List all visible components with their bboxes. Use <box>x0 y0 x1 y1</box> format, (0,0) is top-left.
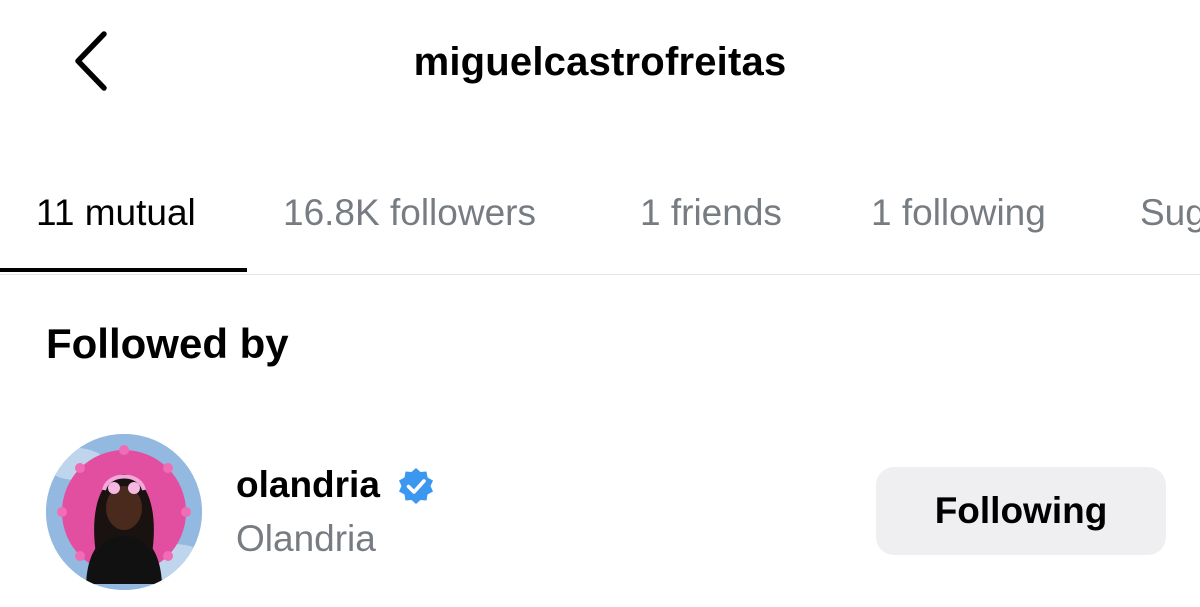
top-bar: miguelcastrofreitas <box>0 0 1200 130</box>
following-button[interactable]: Following <box>876 467 1166 555</box>
tab-following[interactable]: 1 following <box>871 170 1046 274</box>
section-heading: Followed by <box>46 320 289 367</box>
tab-friends[interactable]: 1 friends <box>640 170 782 274</box>
full-name: Olandria <box>236 518 376 559</box>
avatar-image <box>46 434 202 590</box>
tab-mutual[interactable]: 11 mutual <box>36 170 196 274</box>
tab-followers[interactable]: 16.8K followers <box>283 170 536 274</box>
tab-bar: 11 mutual 16.8K followers 1 friends 1 fo… <box>0 170 1200 275</box>
active-tab-indicator <box>0 268 247 272</box>
username[interactable]: olandria <box>236 462 380 508</box>
avatar[interactable] <box>46 434 202 590</box>
verified-badge-icon <box>399 468 433 504</box>
tab-suggested[interactable]: Sug <box>1140 170 1200 274</box>
list-item[interactable]: olandria Olandria Following <box>0 430 1200 590</box>
page-title: miguelcastrofreitas <box>413 40 787 84</box>
